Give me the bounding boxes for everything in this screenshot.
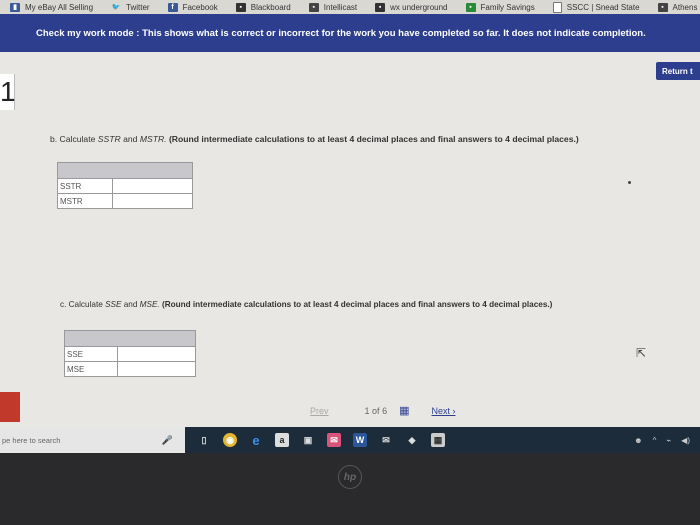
bookmark-label: Blackboard [250,2,291,12]
part-b-var1: SSTR [97,134,121,144]
part-b-instruction: (Round intermediate calculations to at l… [166,134,579,144]
stray-dot [628,181,631,184]
next-button[interactable]: Next › [432,406,456,416]
next-label: Next [431,405,451,416]
bookmark-ebay[interactable]: ▮ My eBay All Selling [10,2,94,12]
bookmark-athens[interactable]: ▪ Athens 88 [657,2,700,12]
bookmark-family-savings[interactable]: ▪ Family Savings [465,2,535,12]
bookmark-label: wx underground [390,2,448,12]
return-button[interactable]: Return t [656,62,700,80]
bookmark-twitter[interactable]: 🐦 Twitter [111,3,150,12]
hp-logo-icon: hp [338,465,362,489]
prev-button[interactable]: Prev [310,406,329,416]
calculator-icon[interactable]: ▦ [431,433,445,447]
task-view-icon[interactable]: ▯ [197,433,211,447]
part-c-var2: MSE. [139,300,160,309]
grid-view-icon[interactable]: ▦ [399,404,409,417]
table-header-cell [64,330,196,347]
part-c-and: and [121,300,140,309]
bookmark-sscc[interactable]: SSCC | Snead State [552,1,640,13]
mouse-cursor-icon: ⇱ [636,346,647,360]
word-icon[interactable]: W [353,433,367,447]
table-header-row [57,162,193,179]
chevron-up-icon[interactable]: ^ [653,436,657,445]
bookmark-facebook[interactable]: f Facebook [167,2,218,12]
sse-input[interactable] [117,346,196,362]
pagination: Prev 1 of 6 ▦ Next › [310,404,456,417]
table-row: SSTR [57,178,193,194]
search-placeholder: pe here to search [2,435,61,445]
table-header-row [64,330,196,347]
volume-icon[interactable]: ◀) [681,436,690,445]
table-row: MSE [64,361,196,377]
page-icon [552,1,562,13]
question-content: Return t 1 b. Calculate SSTR and MSTR. (… [0,52,700,427]
part-c-instruction: (Round intermediate calculations to at l… [159,300,553,309]
row-label-sstr: SSTR [57,178,113,194]
bookmark-label: Intellicast [323,2,358,12]
banner-text: Check my work mode : This shows what is … [36,27,646,39]
part-b-var2: MSTR. [139,134,167,144]
page-of: of [372,405,380,416]
bookmark-label: Facebook [182,2,218,12]
amazon-icon[interactable]: a [275,433,289,447]
current-page: 1 [364,405,370,416]
part-c-answer-table: SSE MSE [64,330,196,377]
family-savings-icon: ▪ [465,2,476,12]
chrome-icon[interactable]: ◉ [223,433,237,447]
taskbar-search-box[interactable]: pe here to search 🎤 [0,427,185,453]
row-label-mstr: MSTR [57,193,113,209]
bookmark-wunderground[interactable]: ▪ wx underground [375,2,448,12]
athens-icon: ▪ [657,2,668,12]
table-header-cell [57,162,193,179]
bookmark-label: Athens 88 [672,2,700,12]
question-number: 1 [0,74,16,110]
part-c-prompt: c. Calculate SSE and MSE. (Round interme… [60,300,552,309]
part-b-prompt: b. Calculate SSTR and MSTR. (Round inter… [50,134,579,144]
part-b-and: and [120,134,140,144]
row-label-mse: MSE [64,361,118,377]
microphone-icon[interactable]: 🎤 [162,435,173,446]
side-badge-icon[interactable] [0,392,20,422]
laptop-bezel: hp [0,453,700,525]
store-icon[interactable]: ▣ [301,433,315,447]
ebay-icon: ▮ [10,2,20,12]
people-icon[interactable]: ☻ [634,436,642,445]
mse-input[interactable] [117,361,196,377]
part-b-answer-table: SSTR MSTR [57,162,193,209]
table-row: SSE [64,346,196,362]
check-my-work-banner: Check my work mode : This shows what is … [0,14,700,52]
table-row: MSTR [57,193,193,209]
taskbar: pe here to search 🎤 ▯ ◉ e a ▣ ✉ W ✉ ◆ ▦ … [0,427,700,453]
page-indicator: 1 of 6 [365,406,388,416]
bookmark-label: My eBay All Selling [25,2,94,12]
total-pages: 6 [382,405,388,416]
mail-app-icon[interactable]: ✉ [327,433,341,447]
bookmarks-bar: ▮ My eBay All Selling 🐦 Twitter f Facebo… [0,0,700,14]
bookmark-intellicast[interactable]: ▪ Intellicast [308,2,358,12]
network-icon[interactable]: ⌁ [666,436,671,445]
part-b-prefix: b. Calculate [50,134,98,144]
intellicast-icon: ▪ [308,2,319,12]
system-tray: ☻ ^ ⌁ ◀) [634,436,700,445]
row-label-sse: SSE [64,346,118,362]
edge-icon[interactable]: e [249,433,263,448]
facebook-icon: f [167,2,178,12]
dropbox-icon[interactable]: ◆ [405,433,419,447]
part-c-prefix: c. Calculate [60,300,106,309]
sstr-input[interactable] [112,178,193,194]
blackboard-icon: ▪ [235,2,246,12]
twitter-icon: 🐦 [111,4,121,11]
bookmark-label: Family Savings [480,2,535,12]
part-c-var1: SSE [105,300,122,309]
bookmark-label: Twitter [126,2,150,12]
mail-icon[interactable]: ✉ [379,433,393,447]
bookmark-blackboard[interactable]: ▪ Blackboard [235,2,291,12]
bookmark-label: SSCC | Snead State [566,2,640,12]
mstr-input[interactable] [112,193,193,209]
wunderground-icon: ▪ [375,2,386,12]
